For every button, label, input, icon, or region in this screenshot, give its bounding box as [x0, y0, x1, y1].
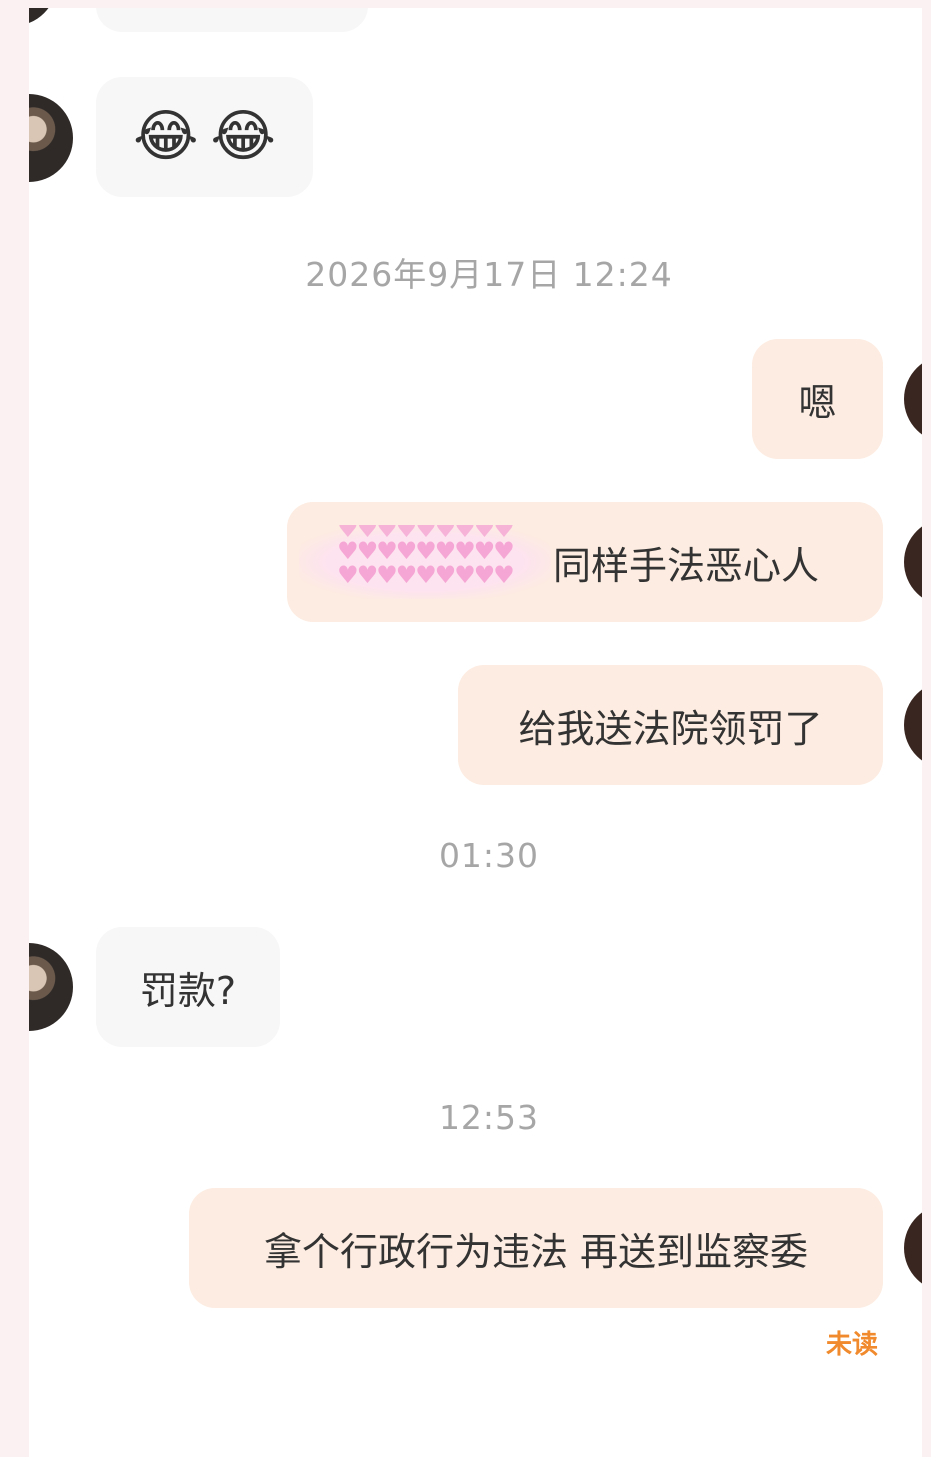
my-avatar[interactable]: [904, 518, 922, 606]
message-timestamp: 12:53: [438, 1098, 540, 1137]
message-text: 同样手法恶心人: [553, 543, 820, 588]
message-text: 拿个行政行为违法 再送到监察委: [263, 1229, 809, 1274]
message-text: 罚款?: [139, 968, 237, 1013]
my-avatar[interactable]: [904, 355, 922, 443]
contact-avatar[interactable]: [29, 94, 73, 182]
message-timestamp: 01:30: [438, 836, 540, 875]
laughing-tears-emoji: 😂: [133, 104, 199, 169]
message-timestamp: 2026年9月17日 12:24: [305, 255, 673, 294]
message-bubble-outgoing[interactable]: 嗯: [752, 339, 883, 459]
message-bubble-incoming[interactable]: 😂 😂: [96, 77, 313, 197]
message-text: 嗯: [798, 380, 837, 425]
previous-message-bubble[interactable]: [96, 8, 368, 32]
contact-avatar[interactable]: [29, 8, 57, 26]
message-text: 给我送法院领罚了: [518, 706, 823, 751]
unread-status: 未读: [825, 1330, 878, 1360]
message-bubble-outgoing[interactable]: ♥♥♥♥♥♥♥♥♥ ♥♥♥♥♥♥♥♥♥ ♥♥♥♥♥♥♥♥♥ 同样手法恶心人: [287, 502, 883, 622]
message-bubble-incoming[interactable]: 罚款?: [96, 927, 280, 1047]
message-bubble-outgoing[interactable]: 给我送法院领罚了: [458, 665, 883, 785]
message-bubble-outgoing[interactable]: 拿个行政行为违法 再送到监察委: [189, 1188, 883, 1308]
chat-screen: 😂 😂 2026年9月17日 12:24 嗯 ♥♥♥♥♥♥♥♥♥ ♥♥♥♥♥♥♥…: [29, 8, 922, 1457]
contact-avatar[interactable]: [29, 943, 73, 1031]
my-avatar[interactable]: [904, 681, 922, 769]
my-avatar[interactable]: [904, 1204, 922, 1292]
censored-text-hearts: ♥♥♥♥♥♥♥♥♥ ♥♥♥♥♥♥♥♥♥ ♥♥♥♥♥♥♥♥♥: [299, 525, 551, 599]
laughing-tears-emoji: 😂: [210, 104, 276, 169]
